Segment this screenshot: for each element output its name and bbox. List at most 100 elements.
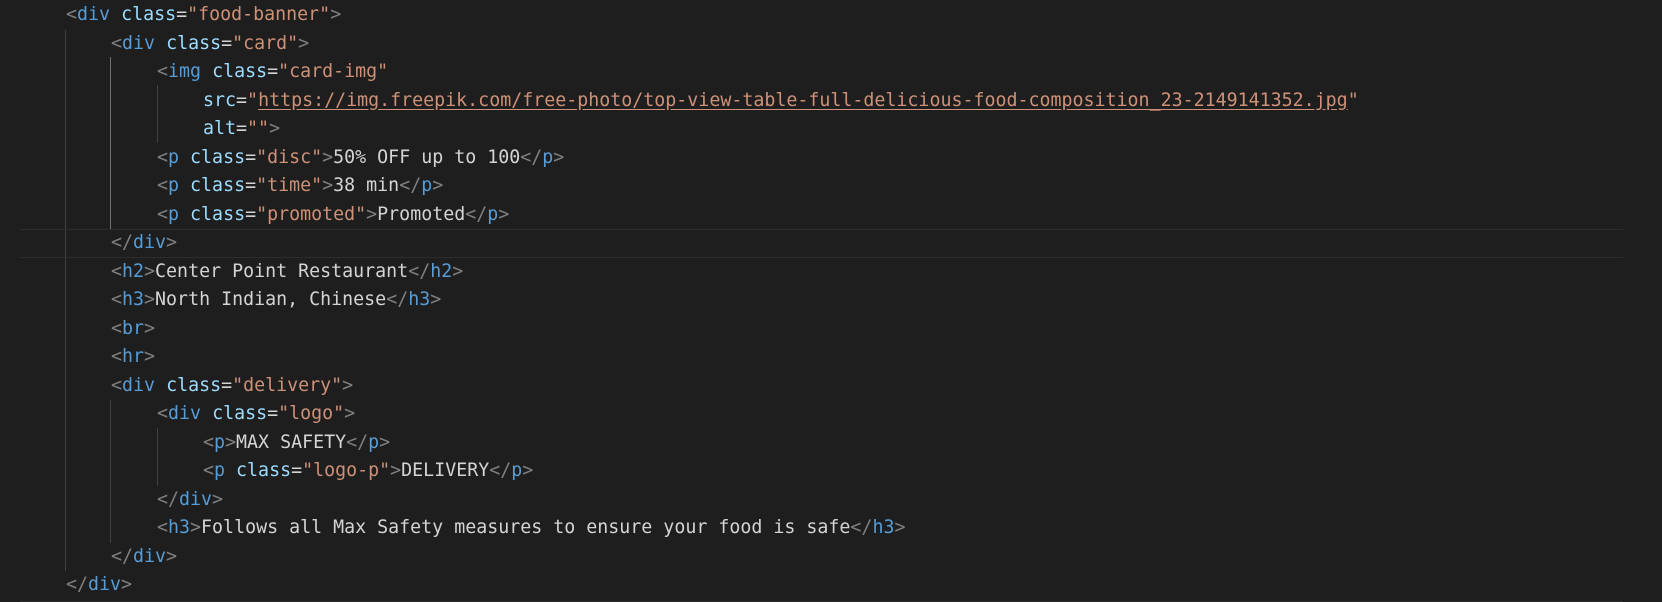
punctuation-token: >	[190, 517, 202, 538]
punctuation-token: </	[111, 545, 134, 567]
code-line[interactable]: <div class="logo">	[0, 400, 1662, 429]
attribute-token: src	[203, 89, 237, 111]
attribute-token: class	[121, 4, 177, 25]
punctuation-token: >	[144, 260, 156, 282]
code-line[interactable]: <p>MAX SAFETY</p>	[0, 429, 1662, 458]
code-line[interactable]: <h3>North Indian, Chinese</h3>	[0, 286, 1662, 315]
attribute-token: class	[212, 403, 268, 424]
string-token: "promoted"	[256, 203, 367, 225]
tag-name-token: p	[168, 175, 180, 196]
punctuation-token: >	[322, 146, 334, 168]
punctuation-token: </	[465, 203, 488, 225]
punctuation-token: <	[157, 146, 169, 168]
punctuation-token: </	[386, 289, 409, 310]
attribute-token: class	[236, 460, 292, 481]
punctuation-token: <	[111, 346, 123, 367]
tag-name-token: div	[133, 545, 167, 567]
tag-name-token: p	[168, 146, 180, 168]
tag-name-token: h3	[122, 289, 145, 310]
tag-name-token: div	[88, 574, 122, 595]
tag-name-token: p	[214, 431, 226, 453]
text-token: MAX SAFETY	[236, 431, 347, 453]
code-line[interactable]: <img class="card-img"	[0, 58, 1662, 87]
text-token: =	[221, 374, 233, 396]
code-line-current[interactable]: </div>	[0, 229, 1662, 258]
string-token: "	[1347, 89, 1359, 111]
code-line[interactable]: </div>	[0, 571, 1662, 600]
punctuation-token: >	[452, 260, 464, 282]
text-token: =	[221, 32, 233, 54]
punctuation-token: <	[157, 203, 169, 225]
code-line[interactable]: <p class="time">38 min</p>	[0, 172, 1662, 201]
punctuation-token: <	[203, 431, 215, 453]
punctuation-token: >	[212, 488, 224, 510]
code-area[interactable]: <div class="food-banner"> <div class="ca…	[0, 1, 1662, 600]
punctuation-token: <	[66, 4, 78, 25]
string-token: "food-banner"	[187, 4, 331, 25]
tag-name-token: p	[511, 460, 523, 481]
text-token: North Indian, Chinese	[155, 289, 387, 310]
punctuation-token: >	[894, 517, 906, 538]
text-token: Follows all Max Safety measures to ensur…	[201, 517, 851, 538]
code-line[interactable]: <h2>Center Point Restaurant</h2>	[0, 258, 1662, 287]
punctuation-token: <	[111, 317, 123, 339]
text-token: 38 min	[333, 175, 400, 196]
text-token: Promoted	[377, 203, 466, 225]
code-line[interactable]: </div>	[0, 543, 1662, 572]
punctuation-token: </	[346, 431, 369, 453]
punctuation-token: <	[111, 289, 123, 310]
text-token: =	[267, 61, 279, 82]
punctuation-token: </	[399, 175, 422, 196]
attribute-token: class	[166, 374, 222, 396]
text-token: =	[291, 460, 303, 481]
punctuation-token: >	[322, 175, 334, 196]
string-token: "card"	[232, 32, 299, 54]
code-line[interactable]: <div class="delivery">	[0, 372, 1662, 401]
punctuation-token: <	[157, 61, 169, 82]
code-line[interactable]: <div class="food-banner">	[0, 1, 1662, 30]
tag-name-token: div	[122, 32, 156, 54]
url-link[interactable]: https://img.freepik.com/free-photo/top-v…	[258, 90, 1348, 111]
tag-name-token: p	[214, 460, 226, 481]
punctuation-token: >	[390, 460, 402, 481]
code-line[interactable]: <p class="logo-p">DELIVERY</p>	[0, 457, 1662, 486]
punctuation-token: >	[166, 232, 178, 253]
code-line[interactable]: <br>	[0, 315, 1662, 344]
string-token: "disc"	[256, 146, 323, 168]
punctuation-token: </	[408, 260, 431, 282]
code-line[interactable]: <p class="disc">50% OFF up to 100</p>	[0, 144, 1662, 173]
punctuation-token: >	[522, 460, 534, 481]
punctuation-token: >	[342, 374, 354, 396]
text-token: Center Point Restaurant	[155, 260, 409, 282]
text-token: =	[267, 403, 279, 424]
code-editor[interactable]: <div class="food-banner"> <div class="ca…	[0, 0, 1662, 602]
code-line[interactable]: <hr>	[0, 343, 1662, 372]
string-token: "card-img"	[278, 61, 389, 82]
punctuation-token: <	[111, 32, 123, 54]
text-token: =	[236, 89, 248, 111]
string-token: "logo"	[278, 403, 345, 424]
code-line[interactable]: </div>	[0, 486, 1662, 515]
punctuation-token: <	[157, 517, 169, 538]
punctuation-token: </	[520, 146, 543, 168]
tag-name-token: br	[122, 317, 145, 339]
punctuation-token: </	[111, 232, 134, 253]
punctuation-token: >	[144, 317, 156, 339]
code-line[interactable]: alt="">	[0, 115, 1662, 144]
punctuation-token: >	[144, 346, 156, 367]
tag-name-token: h3	[408, 289, 431, 310]
code-line[interactable]: src= "https://img.freepik.com/free-photo/…	[0, 87, 1662, 116]
punctuation-token: <	[111, 260, 123, 282]
text-token: =	[176, 4, 188, 25]
code-line[interactable]: <p class="promoted">Promoted</p>	[0, 201, 1662, 230]
text-token: =	[245, 146, 257, 168]
punctuation-token: >	[166, 545, 178, 567]
text-token: =	[245, 203, 257, 225]
code-line[interactable]: <h3>Follows all Max Safety measures to e…	[0, 514, 1662, 543]
code-line[interactable]: <div class="card">	[0, 30, 1662, 59]
